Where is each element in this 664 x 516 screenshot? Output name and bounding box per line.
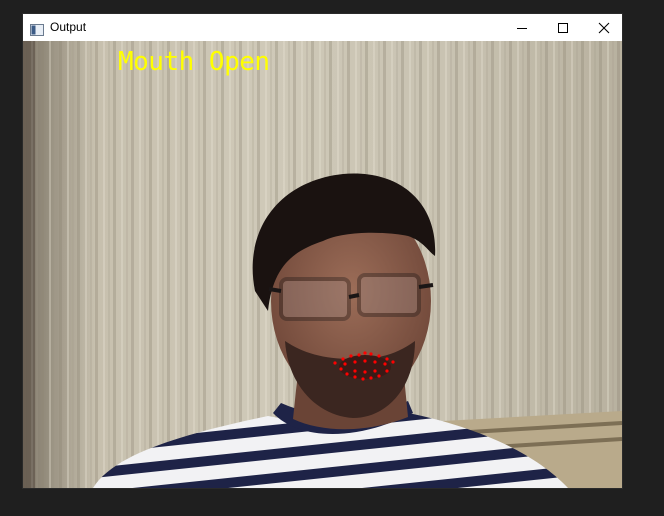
webcam-image <box>23 41 622 488</box>
close-icon <box>598 22 610 33</box>
minimize-icon <box>517 27 527 29</box>
mouth-status-label: Mouth Open <box>118 47 270 77</box>
maximize-button[interactable] <box>541 14 585 41</box>
app-window-icon <box>30 21 44 36</box>
title-bar[interactable]: Output <box>23 14 622 41</box>
minimize-button[interactable] <box>500 14 544 41</box>
output-window: Output Mouth Open <box>23 14 622 488</box>
window-title: Output <box>50 20 87 34</box>
close-button[interactable] <box>582 14 626 41</box>
video-frame: Mouth Open <box>23 41 622 488</box>
maximize-icon <box>558 22 568 33</box>
